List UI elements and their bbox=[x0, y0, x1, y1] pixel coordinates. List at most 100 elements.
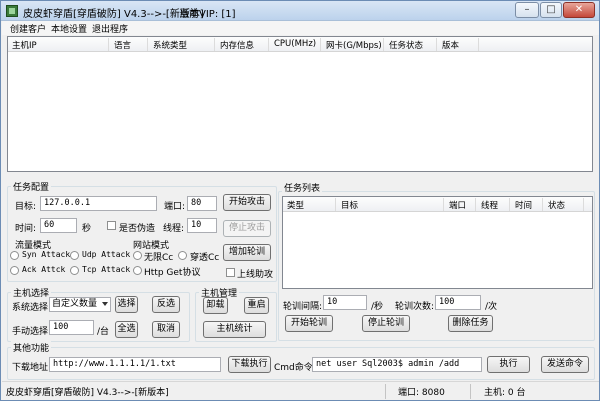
maximize-button[interactable]: □ bbox=[540, 2, 562, 18]
col-status[interactable]: 状态 bbox=[548, 199, 565, 211]
system-select-value: 自定义数量 bbox=[52, 299, 98, 309]
start-rotation-button[interactable]: 开始轮训 bbox=[285, 315, 333, 332]
stop-rotation-button[interactable]: 停止轮训 bbox=[362, 315, 410, 332]
add-rotation-button[interactable]: 增加轮训 bbox=[223, 244, 271, 261]
header-divider bbox=[509, 198, 510, 211]
task-list-header: 类型 目标 端口 线程 时间 状态 bbox=[283, 197, 592, 212]
stop-attack-button[interactable]: 停止攻击 bbox=[223, 220, 271, 237]
other-functions-legend: 其他功能 bbox=[11, 341, 52, 354]
online-assist-checkbox[interactable] bbox=[226, 268, 235, 277]
rotation-interval-input[interactable]: 10 bbox=[323, 295, 367, 310]
header-divider bbox=[383, 38, 384, 51]
invert-select-button[interactable]: 反选 bbox=[152, 296, 180, 313]
http-get-radio[interactable] bbox=[133, 266, 142, 275]
status-divider bbox=[385, 384, 386, 399]
status-title: 皮皮虾穿盾[穿盾破防] V4.3-->-[新版本] bbox=[6, 388, 169, 398]
manual-select-unit: /台 bbox=[97, 327, 110, 337]
col-os-type[interactable]: 系统类型 bbox=[153, 39, 187, 51]
online-assist-label: 上线助攻 bbox=[237, 270, 274, 280]
target-label: 目标: bbox=[15, 202, 37, 212]
host-list-header: 主机IP 语言 系统类型 内存信息 CPU(MHz) 网卡(G/Mbps) 任务… bbox=[8, 37, 592, 52]
select-all-button[interactable]: 全选 bbox=[115, 321, 138, 338]
time-label: 时间: bbox=[15, 224, 37, 234]
col-nic[interactable]: 网卡(G/Mbps) bbox=[326, 39, 382, 51]
host-list[interactable]: 主机IP 语言 系统类型 内存信息 CPU(MHz) 网卡(G/Mbps) 任务… bbox=[7, 36, 593, 172]
close-button[interactable]: ✕ bbox=[563, 2, 595, 18]
header-divider bbox=[335, 198, 336, 211]
udp-attack-radio[interactable] bbox=[70, 251, 79, 260]
col-port[interactable]: 端口 bbox=[449, 199, 466, 211]
col-task-status[interactable]: 任务状态 bbox=[389, 39, 423, 51]
port-input[interactable]: 80 bbox=[187, 196, 217, 211]
col-cpu[interactable]: CPU(MHz) bbox=[274, 39, 316, 49]
col-language[interactable]: 语言 bbox=[114, 39, 131, 51]
header-divider bbox=[478, 38, 479, 51]
menu-exit[interactable]: 退出程序 bbox=[92, 22, 128, 35]
window-title: 皮皮虾穿盾[穿盾破防] V4.3-->-[新版本] bbox=[23, 9, 204, 20]
port-label: 端口: bbox=[164, 202, 186, 212]
status-port: 端口: 8080 bbox=[398, 388, 445, 398]
select-button[interactable]: 选择 bbox=[115, 296, 138, 313]
uninstall-button[interactable]: 卸载 bbox=[203, 297, 228, 314]
header-divider bbox=[542, 198, 543, 211]
cancel-button[interactable]: 取消 bbox=[152, 321, 180, 338]
col-memory[interactable]: 内存信息 bbox=[220, 39, 254, 51]
download-execute-button[interactable]: 下载执行 bbox=[228, 356, 271, 373]
execute-button[interactable]: 执行 bbox=[487, 356, 530, 373]
time-input[interactable]: 60 bbox=[40, 218, 77, 233]
task-config-legend: 任务配置 bbox=[11, 180, 52, 193]
col-version[interactable]: 版本 bbox=[442, 39, 459, 51]
unlimited-cc-radio[interactable] bbox=[133, 251, 142, 260]
task-list[interactable]: 类型 目标 端口 线程 时间 状态 bbox=[282, 196, 593, 289]
manual-select-input[interactable]: 100 bbox=[49, 320, 94, 335]
header-divider bbox=[268, 38, 269, 51]
penetrate-cc-label: 穿透Cc bbox=[190, 253, 220, 263]
minimize-button[interactable]: – bbox=[515, 2, 539, 18]
header-divider bbox=[214, 38, 215, 51]
target-input[interactable]: 127.0.0.1 bbox=[40, 196, 157, 211]
system-select-dropdown[interactable]: 自定义数量 bbox=[49, 297, 111, 312]
menu-create-client[interactable]: 创建客户 bbox=[10, 22, 46, 35]
chevron-down-icon bbox=[102, 302, 108, 306]
rotation-count-unit: /次 bbox=[485, 302, 498, 312]
menu-local-settings[interactable]: 本地设置 bbox=[51, 22, 87, 35]
tcp-attack-label: Tcp Attack bbox=[82, 265, 131, 274]
threads-input[interactable]: 10 bbox=[187, 218, 217, 233]
host-select-legend: 主机选择 bbox=[11, 286, 52, 299]
ack-attack-label: Ack Attck bbox=[22, 265, 66, 274]
tcp-attack-radio[interactable] bbox=[70, 266, 79, 275]
syn-attack-label: Syn Attack bbox=[22, 250, 71, 259]
vip-status: 当前VIP: [1] bbox=[179, 9, 236, 20]
col-target[interactable]: 目标 bbox=[341, 199, 358, 211]
send-command-button[interactable]: 发送命令 bbox=[541, 356, 589, 373]
rotation-interval-label: 轮训间隔: bbox=[283, 302, 323, 312]
start-attack-button[interactable]: 开始攻击 bbox=[223, 194, 271, 211]
cmd-input[interactable]: net user Sql2003$ admin /add bbox=[312, 357, 482, 372]
menu-bar: 创建客户 本地设置 退出程序 bbox=[2, 21, 599, 35]
col-host-ip[interactable]: 主机IP bbox=[12, 39, 37, 51]
syn-attack-radio[interactable] bbox=[10, 251, 19, 260]
spoof-label: 是否伪造 bbox=[119, 224, 156, 234]
download-url-input[interactable]: http://www.1.1.1.1/1.txt bbox=[49, 357, 221, 372]
rotation-count-input[interactable]: 100 bbox=[435, 295, 481, 310]
col-threads[interactable]: 线程 bbox=[481, 199, 498, 211]
app-icon bbox=[6, 5, 18, 17]
header-divider bbox=[475, 198, 476, 211]
delete-task-button[interactable]: 删除任务 bbox=[448, 315, 493, 332]
ack-attack-radio[interactable] bbox=[10, 266, 19, 275]
title-bar: 皮皮虾穿盾[穿盾破防] V4.3-->-[新版本] 当前VIP: [1] – □… bbox=[1, 1, 599, 21]
restart-button[interactable]: 重启 bbox=[244, 297, 269, 314]
header-divider bbox=[443, 198, 444, 211]
udp-attack-label: Udp Attack bbox=[82, 250, 131, 259]
col-type[interactable]: 类型 bbox=[287, 199, 304, 211]
col-time[interactable]: 时间 bbox=[515, 199, 532, 211]
system-select-label: 系统选择 bbox=[12, 303, 49, 313]
threads-label: 线程: bbox=[163, 224, 185, 234]
main-window: 皮皮虾穿盾[穿盾破防] V4.3-->-[新版本] 当前VIP: [1] – □… bbox=[0, 0, 600, 401]
status-divider bbox=[470, 384, 471, 399]
time-unit: 秒 bbox=[82, 224, 92, 234]
spoof-checkbox[interactable] bbox=[107, 221, 116, 230]
host-stats-button[interactable]: 主机统计 bbox=[203, 321, 266, 338]
rotation-interval-unit: /秒 bbox=[371, 302, 384, 312]
penetrate-cc-radio[interactable] bbox=[178, 251, 187, 260]
